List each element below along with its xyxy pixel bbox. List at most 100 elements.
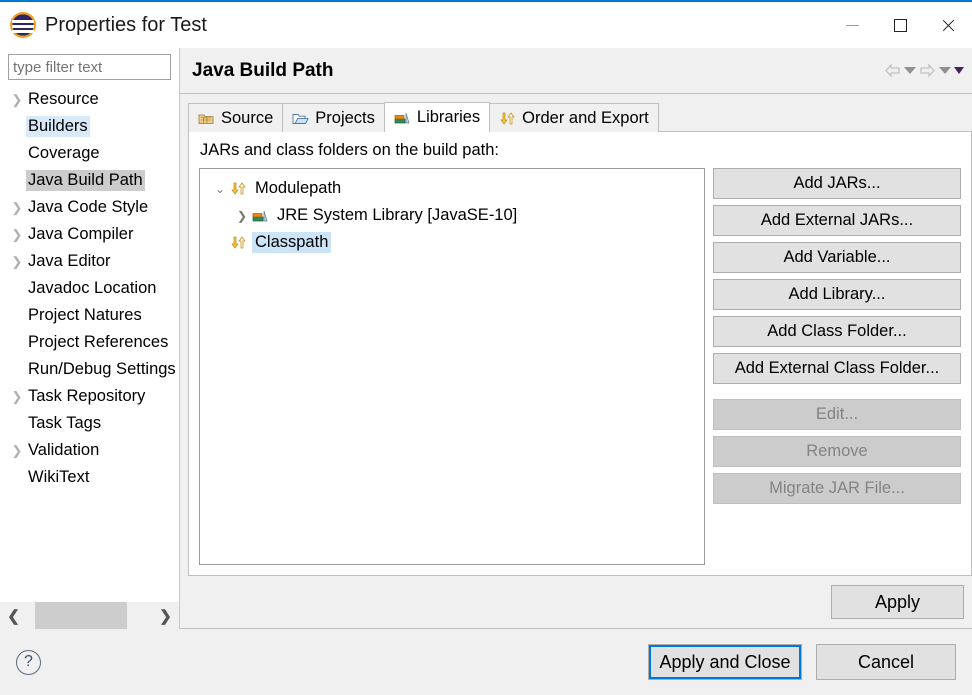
settings-content: Java Build Path bbox=[180, 48, 972, 629]
add-class-folder-button[interactable]: Add Class Folder... bbox=[713, 316, 961, 347]
navigation-buttons bbox=[884, 63, 964, 78]
libraries-books-icon bbox=[252, 208, 269, 223]
back-history-dropdown[interactable] bbox=[904, 67, 916, 74]
help-question-icon[interactable]: ? bbox=[16, 650, 41, 675]
sidebar-item-label: Builders bbox=[26, 116, 90, 137]
sidebar-item-label: Project Natures bbox=[26, 305, 144, 326]
arrow-left-icon[interactable] bbox=[884, 63, 901, 78]
add-external-jars-button[interactable]: Add External JARs... bbox=[713, 205, 961, 236]
sidebar-item-label: Run/Debug Settings bbox=[26, 359, 178, 380]
jar-tree-label: Modulepath bbox=[252, 178, 344, 199]
sidebar-item-label: Task Repository bbox=[26, 386, 147, 407]
cancel-button[interactable]: Cancel bbox=[816, 644, 956, 680]
sidebar-item-label: Java Build Path bbox=[26, 170, 145, 191]
sidebar-item-task-repository[interactable]: ❯Task Repository bbox=[0, 383, 179, 410]
libraries-main: ⌄ Modulepath❯ JRE System Library [JavaSE-1… bbox=[199, 168, 961, 565]
sidebar-item-java-editor[interactable]: ❯Java Editor bbox=[0, 248, 179, 275]
tab-source[interactable]: Source bbox=[188, 103, 283, 132]
tab-libraries[interactable]: Libraries bbox=[384, 102, 490, 132]
jar-tree-row[interactable]: Classpath bbox=[200, 229, 704, 256]
close-button[interactable] bbox=[924, 2, 972, 48]
jar-tree[interactable]: ⌄ Modulepath❯ JRE System Library [JavaSE-1… bbox=[199, 168, 705, 565]
maximize-icon bbox=[894, 19, 907, 32]
dialog-footer: ? Apply and Close Cancel bbox=[0, 629, 972, 695]
page-header: Java Build Path bbox=[180, 48, 972, 94]
window-title: Properties for Test bbox=[45, 14, 207, 37]
add-variable-button[interactable]: Add Variable... bbox=[713, 242, 961, 273]
settings-tree: ❯ResourceBuildersCoverageJava Build Path… bbox=[0, 84, 179, 601]
chevron-left-icon[interactable]: ❮ bbox=[0, 602, 27, 629]
sidebar-item-label: Java Code Style bbox=[26, 197, 150, 218]
jar-tree-row[interactable]: ❯ JRE System Library [JavaSE-10] bbox=[200, 202, 704, 229]
chevron-right-icon[interactable]: ❯ bbox=[8, 390, 26, 403]
scrollbar-thumb[interactable] bbox=[35, 602, 127, 629]
sidebar-item-resource[interactable]: ❯Resource bbox=[0, 86, 179, 113]
build-path-tabs: SourceProjectsLibrariesOrder and Export … bbox=[180, 94, 972, 576]
chevron-down-icon[interactable]: ⌄ bbox=[210, 182, 230, 196]
sidebar-item-java-code-style[interactable]: ❯Java Code Style bbox=[0, 194, 179, 221]
migrate-jar-file-button: Migrate JAR File... bbox=[713, 473, 961, 504]
close-icon bbox=[941, 18, 956, 33]
chevron-right-icon[interactable]: ❯ bbox=[8, 201, 26, 214]
chevron-right-icon[interactable]: ❯ bbox=[8, 228, 26, 241]
properties-dialog: Properties for Test ❯ResourceBuildersCov… bbox=[0, 0, 972, 695]
scrollbar-track[interactable] bbox=[27, 602, 152, 629]
title-bar: Properties for Test bbox=[0, 2, 972, 48]
sidebar-item-javadoc-location[interactable]: Javadoc Location bbox=[0, 275, 179, 302]
tab-projects[interactable]: Projects bbox=[282, 103, 385, 132]
sidebar-item-java-build-path[interactable]: Java Build Path bbox=[0, 167, 179, 194]
libraries-tab-panel: JARs and class folders on the build path… bbox=[188, 131, 972, 576]
view-menu-dropdown[interactable] bbox=[954, 67, 964, 74]
tab-strip: Source Projects LibrariesOrder and Export bbox=[188, 102, 972, 132]
minimize-button[interactable] bbox=[828, 2, 876, 48]
chevron-right-icon[interactable]: ❯ bbox=[8, 255, 26, 268]
sidebar-item-label: Resource bbox=[26, 89, 101, 110]
filter-input[interactable] bbox=[8, 54, 171, 80]
sidebar-item-label: Coverage bbox=[26, 143, 102, 164]
arrow-right-icon[interactable] bbox=[919, 63, 936, 78]
sidebar-item-coverage[interactable]: Coverage bbox=[0, 140, 179, 167]
chevron-down-icon bbox=[939, 67, 951, 74]
chevron-right-icon[interactable]: ❯ bbox=[8, 444, 26, 457]
page-title: Java Build Path bbox=[192, 60, 884, 82]
chevron-right-icon[interactable]: ❯ bbox=[8, 93, 26, 106]
filter-container bbox=[0, 48, 179, 84]
sidebar-item-validation[interactable]: ❯Validation bbox=[0, 437, 179, 464]
tab-caption: JARs and class folders on the build path… bbox=[200, 141, 961, 160]
sidebar-item-label: Java Editor bbox=[26, 251, 113, 272]
minimize-icon bbox=[846, 25, 859, 26]
sidebar-item-run-debug-settings[interactable]: Run/Debug Settings bbox=[0, 356, 179, 383]
add-jars-button[interactable]: Add JARs... bbox=[713, 168, 961, 199]
sidebar-item-builders[interactable]: Builders bbox=[0, 113, 179, 140]
add-library-button[interactable]: Add Library... bbox=[713, 279, 961, 310]
sidebar-horizontal-scrollbar[interactable]: ❮ ❯ bbox=[0, 601, 179, 629]
sidebar-item-label: Task Tags bbox=[26, 413, 103, 434]
sidebar-item-project-references[interactable]: Project References bbox=[0, 329, 179, 356]
tab-label: Source bbox=[221, 109, 273, 128]
order-arrows-icon bbox=[230, 235, 247, 250]
jar-tree-row[interactable]: ⌄ Modulepath bbox=[200, 175, 704, 202]
sidebar-item-task-tags[interactable]: Task Tags bbox=[0, 410, 179, 437]
remove-button: Remove bbox=[713, 436, 961, 467]
tab-label: Projects bbox=[315, 109, 375, 128]
add-external-class-folder-button[interactable]: Add External Class Folder... bbox=[713, 353, 961, 384]
apply-button[interactable]: Apply bbox=[831, 585, 964, 619]
apply-and-close-button[interactable]: Apply and Close bbox=[648, 644, 802, 680]
libraries-books-icon bbox=[394, 110, 411, 125]
source-folder-icon bbox=[198, 111, 215, 126]
sidebar-item-java-compiler[interactable]: ❯Java Compiler bbox=[0, 221, 179, 248]
sidebar-item-label: Javadoc Location bbox=[26, 278, 158, 299]
sidebar-item-project-natures[interactable]: Project Natures bbox=[0, 302, 179, 329]
order-arrows-icon bbox=[230, 181, 247, 196]
footer-buttons: Apply and Close Cancel bbox=[648, 644, 956, 680]
sidebar-item-wikitext[interactable]: WikiText bbox=[0, 464, 179, 491]
tab-order-and-export[interactable]: Order and Export bbox=[489, 103, 659, 132]
order-arrows-icon bbox=[499, 111, 516, 126]
window-controls bbox=[828, 2, 972, 48]
forward-history-dropdown[interactable] bbox=[939, 67, 951, 74]
chevron-right-icon[interactable]: ❯ bbox=[232, 209, 252, 223]
jar-tree-label: JRE System Library [JavaSE-10] bbox=[274, 205, 520, 226]
chevron-right-icon[interactable]: ❯ bbox=[152, 602, 179, 629]
maximize-button[interactable] bbox=[876, 2, 924, 48]
chevron-down-icon bbox=[904, 67, 916, 74]
